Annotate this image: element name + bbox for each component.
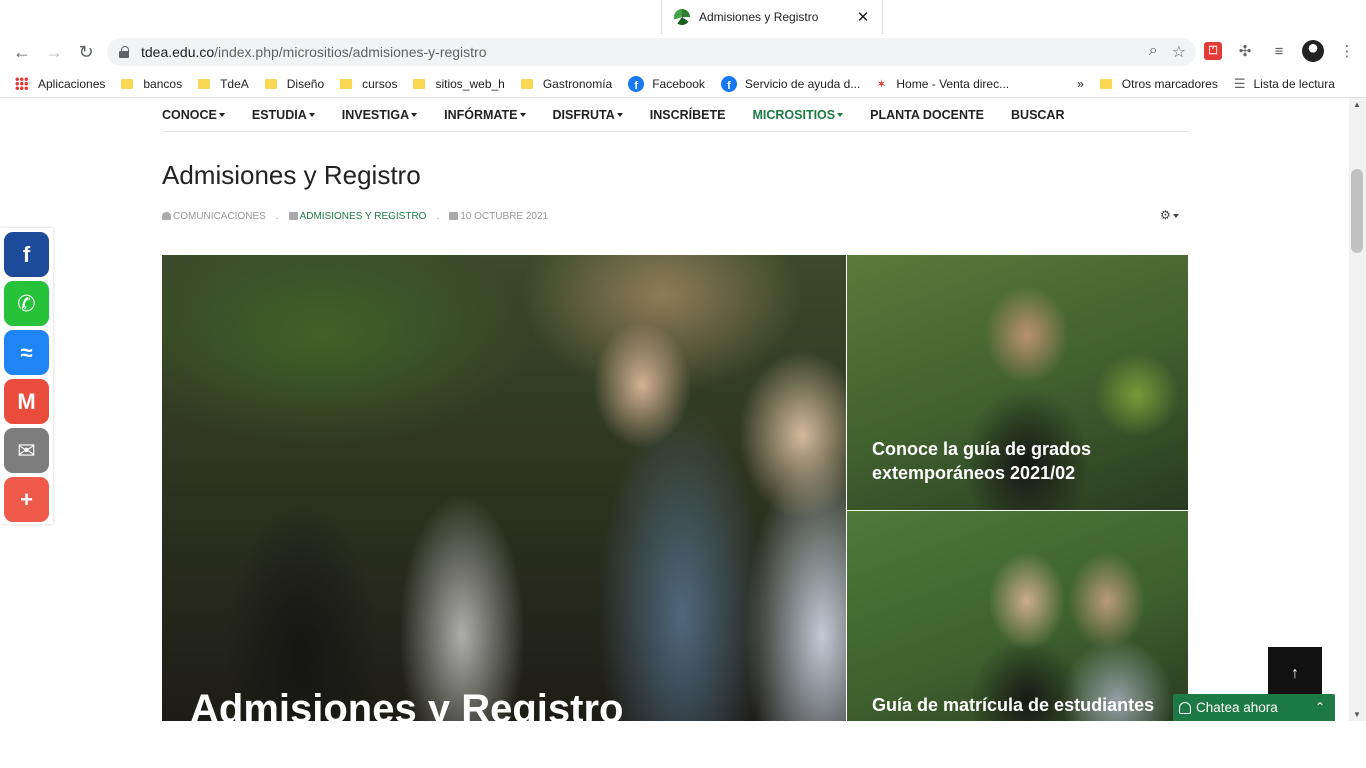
close-tab-icon[interactable]: ✕ <box>852 8 874 26</box>
tab-title: Admisiones y Registro <box>699 10 819 24</box>
chevron-up-icon[interactable]: ⌃ <box>1315 700 1325 714</box>
more-bookmarks-chevron[interactable]: » <box>1077 77 1084 91</box>
nav-item-buscar[interactable]: BUSCAR <box>1011 108 1064 122</box>
caret-down-icon <box>616 113 623 118</box>
folder-icon <box>413 78 426 89</box>
hero-title[interactable]: Admisiones y Registro <box>190 687 623 721</box>
scroll-up-arrow[interactable]: ▲ <box>1353 100 1361 109</box>
browser-tab-strip: Admisiones y Registro ✕ <box>0 0 1366 34</box>
facebook-icon: f <box>628 75 645 92</box>
news-card-title[interactable]: Guía de matrícula de estudiantes <box>872 693 1172 717</box>
bookmark-folder[interactable]: Gastronomía <box>520 77 612 91</box>
bookmark-facebook[interactable]: f Facebook <box>628 75 705 92</box>
caret-down-icon <box>837 113 844 118</box>
scroll-down-arrow[interactable]: ▼ <box>1353 710 1361 719</box>
user-icon <box>162 212 171 221</box>
bookmark-folder[interactable]: Diseño <box>264 77 324 91</box>
person-icon <box>1179 701 1191 714</box>
sparkle-icon: ✶ <box>876 76 887 91</box>
caret-down-icon <box>218 113 225 118</box>
bookmark-apps[interactable]: Aplicaciones <box>38 77 105 91</box>
article-options-gear-icon[interactable]: ⚙ <box>1160 208 1179 222</box>
share-sidebar: f ✆ ≈ M ✉ + <box>0 228 53 524</box>
nav-item-planta-docente[interactable]: PLANTA DOCENTE <box>870 108 984 122</box>
back-button[interactable]: ← <box>6 36 38 68</box>
site-main-nav: CONOCE ESTUDIA INVESTIGA INFÓRMATE DISFRUTA I… <box>162 98 1188 132</box>
bookmark-folder[interactable]: TdeA <box>198 77 249 91</box>
share-facebook-button[interactable]: f <box>4 232 49 277</box>
address-bar[interactable]: tdea.edu.co/index.php/micrositios/admisi… <box>107 38 1196 66</box>
hero-image[interactable]: Admisiones y Registro <box>162 255 846 721</box>
apps-grid-icon <box>15 77 28 90</box>
bookmark-folder[interactable]: cursos <box>340 77 397 91</box>
page-bottom <box>0 721 1366 768</box>
share-whatsapp-button[interactable]: ✆ <box>4 281 49 326</box>
bookmark-home[interactable]: ✶ Home - Venta direc... <box>876 77 1009 91</box>
bookmarks-bar: Aplicaciones bancos TdeA Diseño cursos s… <box>0 70 1366 98</box>
browser-tab[interactable]: Admisiones y Registro ✕ <box>661 0 883 34</box>
reload-button[interactable]: ↻ <box>70 36 102 68</box>
chat-widget[interactable]: Chatea ahora ⌃ <box>1173 694 1335 721</box>
facebook-icon: f <box>720 75 737 92</box>
scroll-thumb[interactable] <box>1351 169 1363 253</box>
tdea-favicon-icon <box>674 9 690 25</box>
news-card[interactable]: Guía de matrícula de estudiantes <box>847 511 1188 721</box>
profile-avatar[interactable] <box>1302 40 1324 62</box>
zoom-icon[interactable]: ⌕ <box>1149 42 1158 62</box>
share-more-button[interactable]: + <box>4 477 49 522</box>
folder-icon <box>121 78 134 89</box>
article-meta: COMUNICACIONES . ADMISIONES Y REGISTRO .… <box>162 211 548 222</box>
calendar-icon <box>449 212 459 221</box>
folder-icon <box>340 78 353 89</box>
caret-down-icon <box>411 113 418 118</box>
folder-icon <box>520 78 533 89</box>
nav-item-inscríbete[interactable]: INSCRÍBETE <box>650 108 726 122</box>
lock-icon <box>119 46 129 58</box>
extensions-area: ⏍ ✣ ≡ ⋮ <box>1204 40 1358 62</box>
folder-icon <box>198 78 211 89</box>
date-meta: 10 OCTUBRE 2021 <box>449 211 548 222</box>
bookmark-folder[interactable]: bancos <box>121 77 182 91</box>
url-text: tdea.edu.co/index.php/micrositios/admisi… <box>141 44 487 60</box>
page-title: Admisiones y Registro <box>162 160 421 190</box>
reading-list[interactable]: ☰ Lista de lectura <box>1234 76 1335 92</box>
puzzle-extensions-icon[interactable]: ✣ <box>1234 40 1256 62</box>
nav-item-infórmate[interactable]: INFÓRMATE <box>444 108 526 122</box>
bookmark-folder[interactable]: sitios_web_h <box>413 77 505 91</box>
scroll-to-top-button[interactable]: ↑ <box>1268 647 1322 701</box>
bookmark-star-icon[interactable]: ☆ <box>1172 42 1186 62</box>
author-meta: COMUNICACIONES <box>162 211 266 222</box>
nav-item-micrositios[interactable]: MICROSITIOS <box>752 108 844 122</box>
category-meta[interactable]: ADMISIONES Y REGISTRO <box>288 211 426 222</box>
news-card-title[interactable]: Conoce la guía de grados extemporáneos 2… <box>872 437 1172 485</box>
folder-icon <box>264 78 277 89</box>
caret-down-icon <box>308 113 315 118</box>
nav-item-conoce[interactable]: CONOCE <box>162 108 225 122</box>
folder-icon <box>1099 78 1112 89</box>
share-email-button[interactable]: ✉ <box>4 428 49 473</box>
share-gmail-button[interactable]: M <box>4 379 49 424</box>
bookmark-other[interactable]: Otros marcadores <box>1099 77 1218 91</box>
pdf-extension-icon[interactable]: ⏍ <box>1204 42 1222 60</box>
page-scrollbar[interactable]: ▲ ▼ <box>1349 98 1366 721</box>
reading-list-icon: ☰ <box>1233 75 1246 91</box>
folder-icon <box>288 212 298 221</box>
share-messenger-button[interactable]: ≈ <box>4 330 49 375</box>
forward-button[interactable]: → <box>38 36 70 68</box>
nav-item-estudia[interactable]: ESTUDIA <box>252 108 315 122</box>
browser-menu-icon[interactable]: ⋮ <box>1336 40 1358 62</box>
bookmark-help[interactable]: f Servicio de ayuda d... <box>720 75 860 92</box>
news-card[interactable]: Conoce la guía de grados extemporáneos 2… <box>847 255 1188 510</box>
nav-item-investiga[interactable]: INVESTIGA <box>342 108 418 122</box>
media-queue-icon[interactable]: ≡ <box>1268 40 1290 62</box>
chat-label: Chatea ahora <box>1196 700 1278 715</box>
nav-item-disfruta[interactable]: DISFRUTA <box>553 108 623 122</box>
caret-down-icon <box>519 113 526 118</box>
